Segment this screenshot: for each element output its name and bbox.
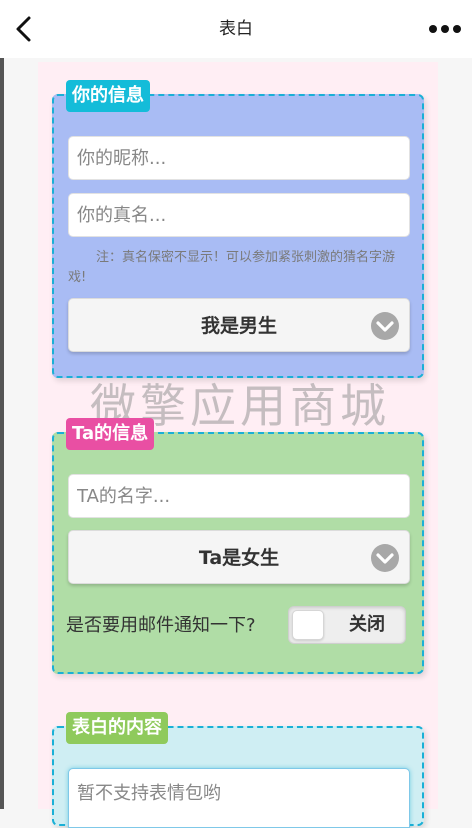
- ta-gender-select[interactable]: Ta是女生: [68, 530, 410, 584]
- chevron-down-circle-icon: [371, 312, 399, 340]
- more-dots-icon: [429, 25, 461, 33]
- page-title: 表白: [219, 19, 253, 39]
- ta-gender-value: Ta是女生: [198, 547, 280, 569]
- confession-content-label: 表白的内容: [66, 712, 168, 744]
- realname-input[interactable]: [68, 193, 410, 237]
- your-info-card: 你的信息 注：真名保密不显示！可以参加紧张刺激的猜名字游戏! 我是男生: [52, 80, 424, 378]
- your-gender-value: 我是男生: [200, 315, 277, 337]
- ta-info-label: Ta的信息: [66, 418, 155, 450]
- nickname-input[interactable]: [68, 136, 410, 180]
- email-notify-toggle[interactable]: 关闭: [288, 606, 406, 644]
- confession-content-card: 表白的内容: [52, 712, 424, 828]
- more-button[interactable]: [428, 19, 462, 39]
- top-navbar: 表白: [0, 0, 472, 58]
- chevron-down-circle-icon: [371, 544, 399, 572]
- ta-name-input[interactable]: [68, 474, 410, 518]
- your-gender-select[interactable]: 我是男生: [68, 298, 410, 352]
- confession-textarea-wrapper: [68, 768, 410, 828]
- toggle-state-text: 关闭: [349, 614, 385, 635]
- your-info-label: 你的信息: [66, 80, 150, 112]
- realname-note: 注：真名保密不显示！可以参加紧张刺激的猜名字游戏!: [68, 250, 396, 285]
- left-edge-strip: [0, 58, 4, 809]
- confession-textarea[interactable]: [69, 769, 409, 827]
- email-notify-label: 是否要用邮件通知一下?: [66, 615, 256, 636]
- toggle-knob[interactable]: [292, 610, 324, 640]
- ta-info-card: Ta的信息 Ta是女生 是否要用邮件通知一下? 关闭: [52, 418, 424, 674]
